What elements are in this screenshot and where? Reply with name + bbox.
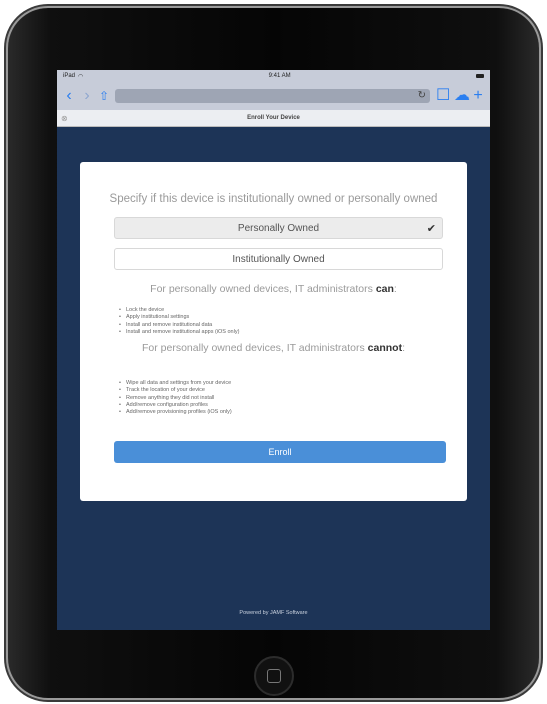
carrier-label: iPad bbox=[63, 73, 76, 79]
new-tab-button[interactable]: + bbox=[472, 88, 484, 104]
can-heading: For personally owned devices, IT adminis… bbox=[150, 283, 397, 295]
tab-title[interactable]: Enroll Your Device bbox=[247, 115, 300, 121]
checkmark-icon: ✔ bbox=[426, 222, 436, 235]
screen: iPad ◠ 9:41 AM ‹ › ⇧ ↻ ☐ ☁ + ⊗ Enroll Yo… bbox=[57, 70, 490, 630]
share-icon[interactable]: ⇧ bbox=[99, 89, 109, 103]
ownership-heading: Specify if this device is institutionall… bbox=[109, 193, 438, 205]
list-item: Add/remove provisioning profiles (iOS on… bbox=[119, 409, 232, 417]
browser-toolbar: ‹ › ⇧ ↻ ☐ ☁ + bbox=[57, 82, 490, 110]
institutionally-owned-option[interactable]: Institutionally Owned bbox=[114, 248, 443, 270]
forward-button[interactable]: › bbox=[81, 88, 93, 104]
wifi-icon: ◠ bbox=[78, 73, 84, 80]
address-bar[interactable]: ↻ bbox=[115, 89, 430, 103]
reload-icon[interactable]: ↻ bbox=[418, 90, 426, 101]
personally-owned-option[interactable]: Personally Owned ✔ bbox=[114, 217, 443, 239]
clock: 9:41 AM bbox=[268, 73, 291, 79]
list-item: Install and remove institutional apps (i… bbox=[119, 329, 239, 337]
cannot-list: Wipe all data and settings from your dev… bbox=[118, 380, 232, 417]
home-button[interactable] bbox=[254, 656, 294, 696]
list-item: Apply institutional settings bbox=[119, 314, 239, 322]
status-bar: iPad ◠ 9:41 AM bbox=[57, 70, 490, 82]
list-item: Wipe all data and settings from your dev… bbox=[119, 380, 232, 388]
enroll-button[interactable]: Enroll bbox=[114, 441, 446, 463]
close-tab-icon[interactable]: ⊗ bbox=[61, 114, 68, 123]
back-button[interactable]: ‹ bbox=[63, 88, 75, 104]
bookmarks-icon[interactable]: ☐ bbox=[436, 88, 450, 104]
institutionally-owned-label: Institutionally Owned bbox=[232, 253, 325, 265]
list-item: Install and remove institutional data bbox=[119, 322, 239, 330]
list-item: Remove anything they did not install bbox=[119, 395, 232, 403]
tab-bar: ⊗ Enroll Your Device bbox=[57, 110, 490, 127]
battery-icon bbox=[476, 74, 484, 78]
list-item: Track the location of your device bbox=[119, 387, 232, 395]
enrollment-card: Specify if this device is institutionall… bbox=[80, 162, 467, 501]
can-list: Lock the device Apply institutional sett… bbox=[118, 307, 239, 336]
home-square-icon bbox=[267, 669, 281, 683]
list-item: Lock the device bbox=[119, 307, 239, 315]
list-item: Add/remove configuration profiles bbox=[119, 402, 232, 410]
cannot-heading: For personally owned devices, IT adminis… bbox=[142, 342, 405, 354]
personally-owned-label: Personally Owned bbox=[237, 222, 320, 234]
powered-by-footer: Powered by JAMF Software bbox=[239, 610, 308, 616]
icloud-tabs-icon[interactable]: ☁ bbox=[454, 88, 470, 104]
